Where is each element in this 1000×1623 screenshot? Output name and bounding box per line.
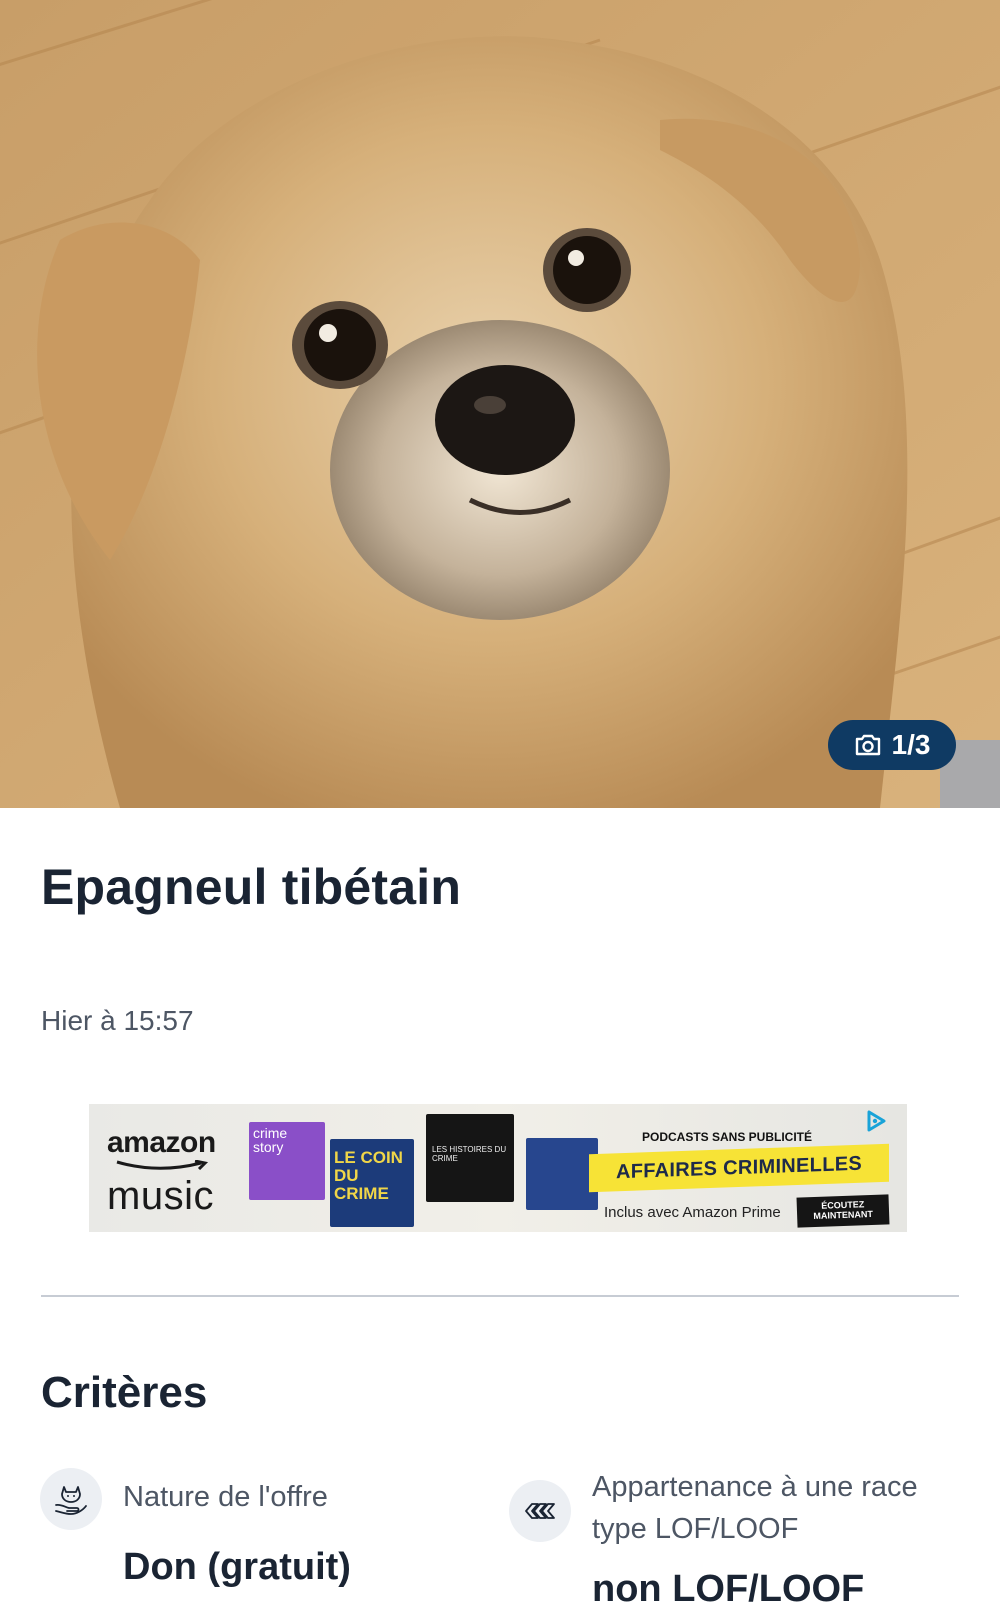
criteria-section-title: Critères <box>41 1368 208 1417</box>
section-divider <box>41 1295 959 1297</box>
ad-cover2-text: LE COIN DU CRIME <box>334 1148 403 1203</box>
dog-photo <box>0 0 1000 808</box>
ad-tagline: PODCASTS SANS PUBLICITÉ <box>642 1130 813 1144</box>
ad-cover-crime-story: crime story <box>249 1122 325 1200</box>
ad-subline: Inclus avec Amazon Prime <box>604 1204 781 1221</box>
pedigree-arrows-icon <box>509 1480 571 1542</box>
photo-counter-badge[interactable]: 1/3 <box>828 720 956 770</box>
photo-counter-text: 1/3 <box>891 729 931 760</box>
adchoices-icon[interactable] <box>863 1108 889 1134</box>
listing-date: Hier à 15:57 <box>41 1005 194 1036</box>
ad-cover-coin-du-crime: LE COIN DU CRIME <box>330 1139 414 1227</box>
criterion-value: non LOF/LOOF <box>592 1568 865 1610</box>
ad-cta-button[interactable]: ÉCOUTEZ MAINTENANT <box>796 1194 890 1228</box>
cat-hand-icon <box>40 1468 102 1530</box>
ad-banner[interactable]: amazon music crime story LE COIN DU CRIM… <box>89 1104 907 1232</box>
ad-brand-line1: amazon <box>107 1126 216 1159</box>
ad-brand-line2: music <box>107 1174 214 1218</box>
ad-cover-histoires-du-crime: LES HISTOIRES DU CRIME <box>426 1114 514 1202</box>
criterion-label: Nature de l'offre <box>123 1481 328 1513</box>
criterion-value: Don (gratuit) <box>123 1546 351 1588</box>
ad-headline: AFFAIRES CRIMINELLES <box>589 1143 889 1193</box>
ad-brand-logo: amazon music <box>107 1126 247 1218</box>
listing-title: Epagneul tibétain <box>41 859 462 915</box>
ad-cover1-text: crime story <box>253 1125 288 1155</box>
camera-icon <box>855 734 880 756</box>
listing-photo[interactable]: 1/3 <box>0 0 1000 808</box>
ad-cover3-text: LES HISTOIRES DU CRIME <box>432 1145 507 1163</box>
ad-cover-illustration <box>526 1138 598 1210</box>
amazon-smile-icon <box>116 1159 209 1171</box>
criterion-label: Appartenance à une race type LOF/LOOF <box>592 1471 918 1545</box>
